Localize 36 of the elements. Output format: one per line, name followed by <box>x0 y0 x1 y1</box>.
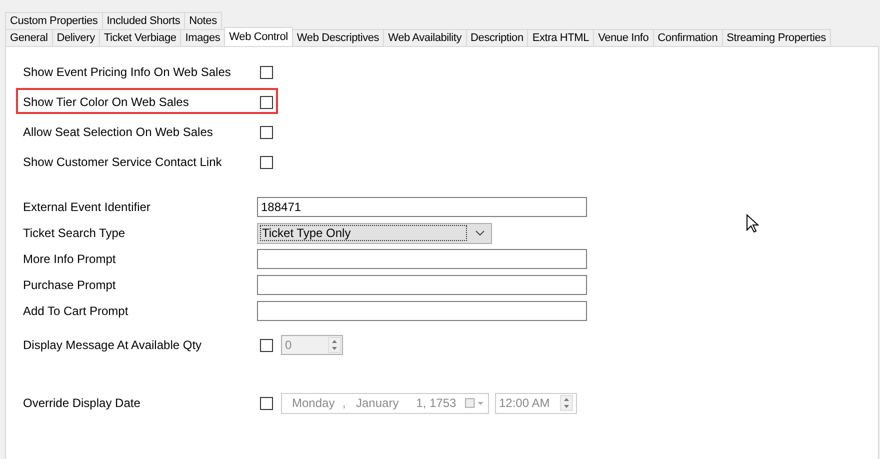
tab[interactable]: Ticket Verbiage <box>98 29 182 46</box>
tab[interactable]: Web Descriptives <box>292 29 384 46</box>
option-label: Show Customer Service Contact Link <box>22 155 223 169</box>
tab[interactable]: General <box>5 29 53 46</box>
spin-arrows-icon <box>560 395 573 411</box>
option-label: Show Event Pricing Info On Web Sales <box>22 65 232 79</box>
tab[interactable]: Notes <box>184 12 222 29</box>
option-label: Allow Seat Selection On Web Sales <box>22 125 214 139</box>
chevron-down-icon <box>475 230 485 236</box>
field-label: Display Message At Available Qty <box>22 338 203 352</box>
dropdown[interactable]: Ticket Type Only <box>257 222 492 244</box>
option-label: Show Tier Color On Web Sales <box>22 95 190 109</box>
field-label: Purchase Prompt <box>22 278 117 292</box>
input-field[interactable] <box>257 275 587 295</box>
tab[interactable]: Web Availability <box>383 29 467 46</box>
field-label: Add To Cart Prompt <box>22 304 130 318</box>
spin-arrows-icon <box>328 337 341 353</box>
tab[interactable]: Web Control <box>224 27 293 46</box>
tab[interactable]: Custom Properties <box>5 12 103 29</box>
tab[interactable]: Streaming Properties <box>722 29 831 46</box>
tab[interactable]: Delivery <box>52 29 100 46</box>
field-label: Override Display Date <box>22 396 142 410</box>
checkbox[interactable] <box>260 66 273 78</box>
input-field[interactable]: 188471 <box>257 197 587 217</box>
checkbox[interactable] <box>260 126 273 138</box>
field-label: More Info Prompt <box>22 252 117 266</box>
field-label: External Event Identifier <box>22 200 152 214</box>
checkbox[interactable] <box>260 96 273 108</box>
calendar-icon <box>464 398 484 408</box>
input-field[interactable] <box>257 249 587 269</box>
field-label: Ticket Search Type <box>22 226 126 240</box>
tab[interactable]: Images <box>180 29 226 46</box>
checkbox[interactable] <box>260 156 273 168</box>
tab[interactable]: Description <box>466 29 528 46</box>
mouse-pointer-icon <box>746 214 759 234</box>
input-field[interactable] <box>257 301 587 321</box>
